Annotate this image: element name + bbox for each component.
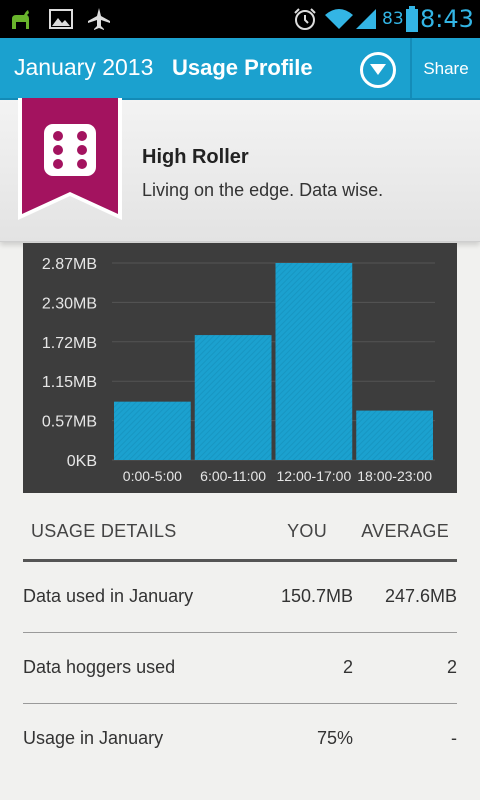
y-tick-label: 0KB [67,453,97,470]
header-usage-details: USAGE DETAILS [31,521,177,541]
row-you-value: 2 [342,657,353,677]
profile-name: High Roller [142,146,249,168]
row-you-value: 150.7MB [280,586,353,606]
bar [114,401,191,460]
clock: 8:43 [420,5,474,33]
image-icon [48,7,74,35]
y-tick-label: 2.30MB [42,295,97,312]
alarm-icon [292,7,318,35]
row-average-value: 247.6MB [384,586,457,606]
y-tick-label: 2.87MB [42,256,97,273]
month-selector[interactable]: January 2013 [14,54,153,81]
table-row: Data used in January 150.7MB 247.6MB [23,562,457,633]
badge-ribbon [18,98,122,226]
status-bar: 83 8:43 [0,0,480,38]
y-tick-label: 1.72MB [42,335,97,352]
page-title: Usage Profile [172,55,313,80]
y-tick-label: 0.57MB [42,414,97,431]
header-you: YOU [287,521,327,541]
airplane-icon [86,7,112,35]
y-tick-label: 1.15MB [42,374,97,391]
bar [275,263,353,460]
row-label: Data hoggers used [23,657,176,677]
bar [194,335,272,460]
row-average-value: 2 [446,657,457,677]
battery-icon [406,6,418,36]
action-bar: January 2013 Usage Profile Share [0,38,480,100]
x-tick-label: 6:00-11:00 [200,468,266,484]
header-average: AVERAGE [361,521,449,541]
table-row: Data hoggers used 2 2 [23,633,457,704]
table-header: USAGE DETAILS YOU AVERAGE [23,510,457,562]
usage-chart: 0KB 0.57MB 1.15MB 1.72MB 2.30MB 2.87MB 0:00-5:… [23,243,457,493]
signal-icon [354,7,378,35]
table-row: Usage in January 75% - [23,704,457,775]
x-tick-label: 12:00-17:00 [277,468,352,484]
profile-tagline: Living on the edge. Data wise. [142,180,384,200]
row-label: Data used in January [23,586,194,606]
row-label: Usage in January [23,728,164,748]
dice-icon [44,124,96,180]
x-tick-label: 0:00-5:00 [123,468,182,484]
usage-details-table: USAGE DETAILS YOU AVERAGE Data used in J… [23,510,457,775]
profile-card: High Roller Living on the edge. Data wis… [0,98,480,242]
chevron-down-circle-icon[interactable] [360,52,396,88]
android-notification-icon [8,7,32,35]
row-average-value: - [451,728,457,748]
share-button[interactable]: Share [412,38,480,100]
usage-chart-svg: 0KB 0.57MB 1.15MB 1.72MB 2.30MB 2.87MB 0:00-5:… [42,256,435,484]
x-tick-label: 18:00-23:00 [357,468,432,484]
bar [356,410,433,460]
row-you-value: 75% [316,728,353,748]
wifi-icon [324,7,354,35]
battery-level: 83 [382,9,404,29]
